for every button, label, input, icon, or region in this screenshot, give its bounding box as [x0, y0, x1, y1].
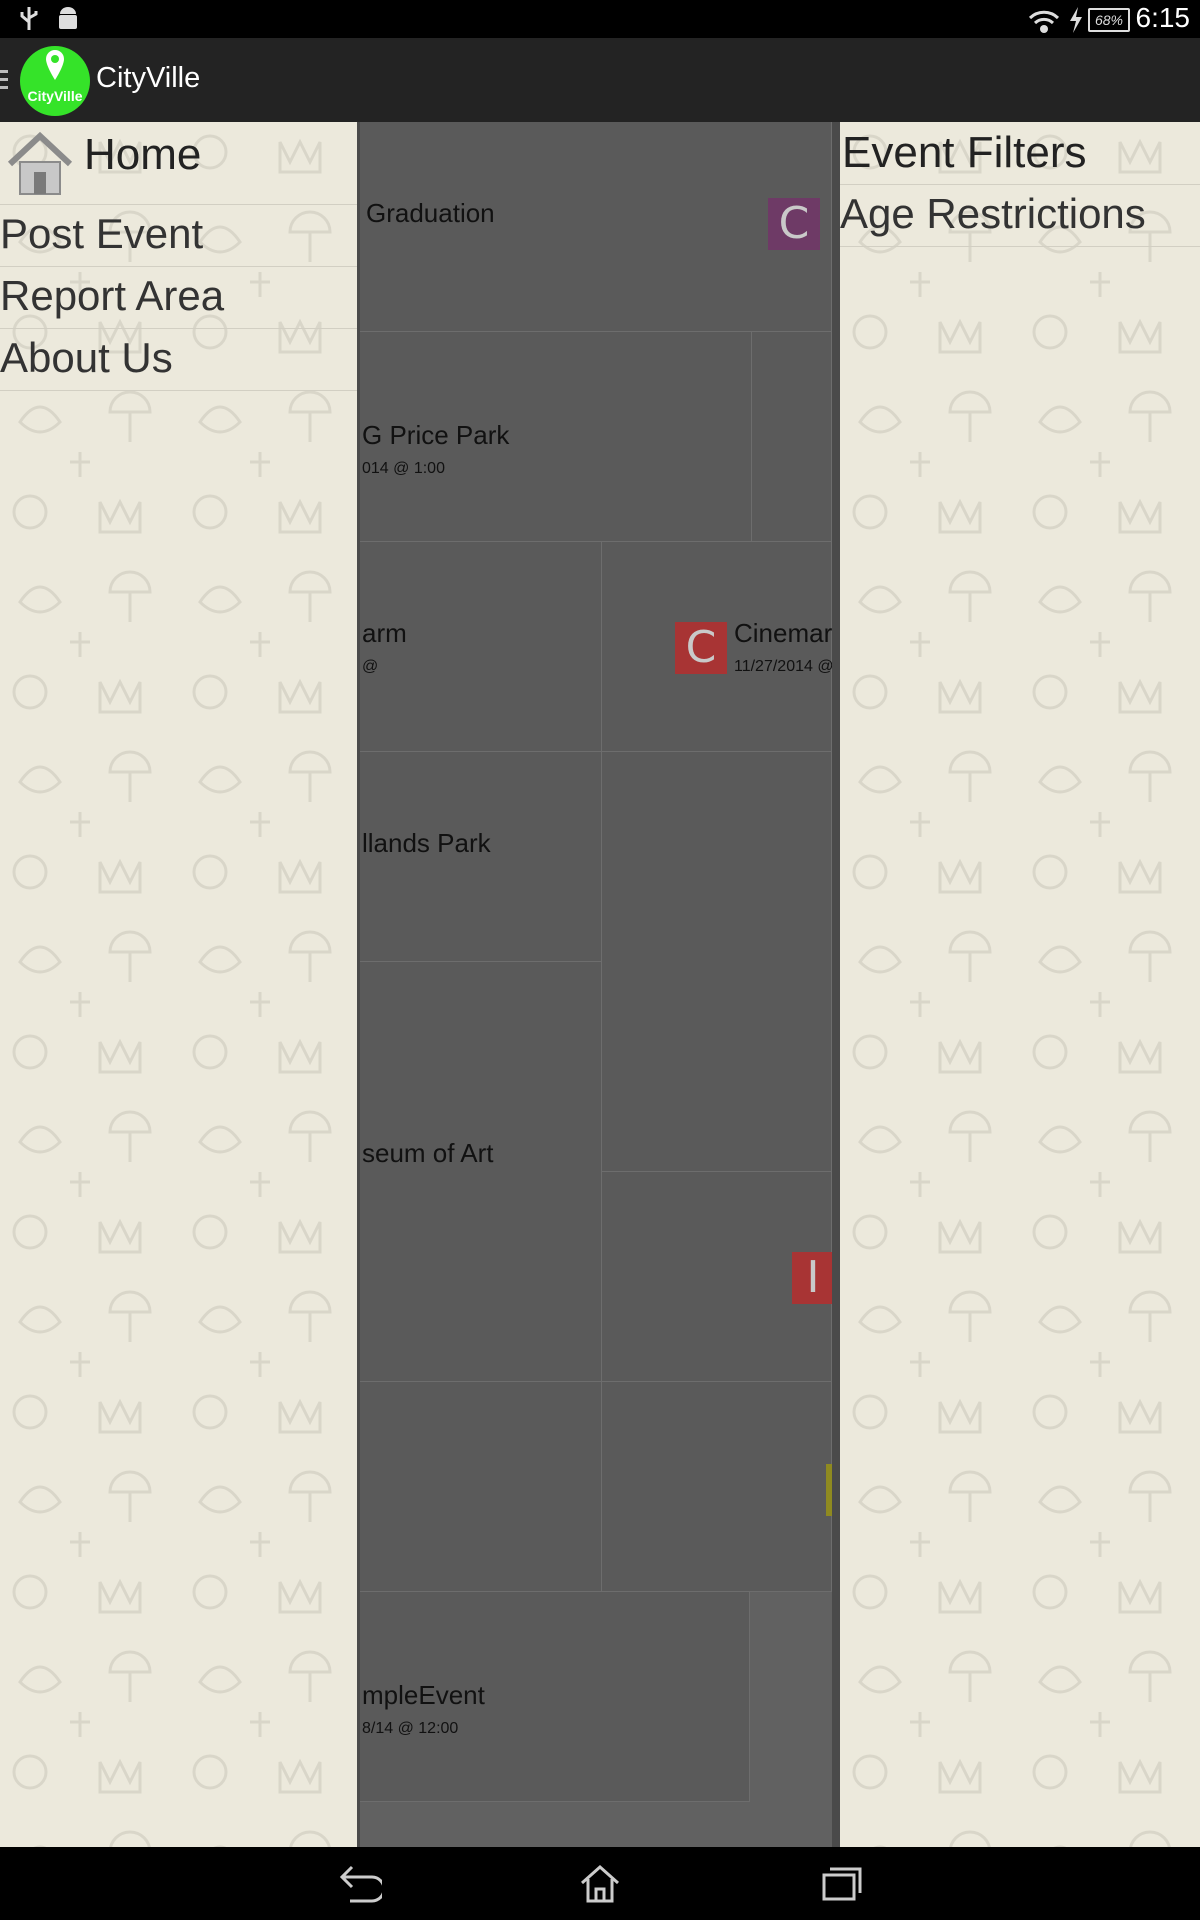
event-tile[interactable]: llands Park [360, 752, 602, 962]
drawer-home-label: Home [84, 130, 202, 179]
event-title: seum of Art [362, 1138, 494, 1168]
android-icon [59, 7, 77, 29]
event-date: @ [362, 658, 379, 675]
logo-text: CityVille [27, 88, 83, 104]
back-icon[interactable] [334, 1861, 382, 1905]
clock: 6:15 [1135, 2, 1191, 33]
system-nav-bar [0, 1847, 1200, 1920]
event-date: 014 @ 1:00 [362, 460, 445, 477]
recents-icon[interactable] [818, 1861, 866, 1905]
map-pin-icon [46, 50, 64, 80]
category-icon: C [768, 198, 820, 250]
event-tile[interactable]: seum of Art [360, 962, 602, 1382]
event-tile[interactable]: Graduation [360, 122, 832, 332]
charging-icon [1070, 7, 1082, 33]
home-nav-icon[interactable] [576, 1861, 624, 1905]
category-icon: C [675, 622, 727, 674]
event-date: 8/14 @ 12:00 [362, 1720, 459, 1737]
drawer-item-about-us[interactable]: About Us [0, 328, 357, 391]
event-tile[interactable]: mpleEvent 8/14 @ 12:00 [360, 1592, 750, 1802]
filter-label: Age Restrictions [840, 190, 1146, 237]
battery-level: 68% [1094, 12, 1124, 28]
event-title: Cinemark [734, 618, 846, 648]
home-icon [7, 131, 73, 195]
event-filters-label: Event Filters [842, 128, 1087, 177]
usb-icon [20, 7, 38, 30]
doodle-pattern [840, 122, 1200, 1847]
app-logo[interactable]: CityVille [20, 46, 90, 116]
drawer-home[interactable]: Home [0, 122, 357, 205]
filter-drawer: Event Filters Age Restrictions [832, 122, 1200, 1847]
wifi-icon [1028, 10, 1060, 33]
drawer-item-label: Report Area [0, 272, 225, 319]
drawer-item-post-event[interactable]: Post Event [0, 204, 357, 267]
status-bar: 68% 6:15 [0, 0, 1200, 38]
filter-age-restrictions[interactable]: Age Restrictions [840, 184, 1200, 247]
event-tile[interactable]: G Price Park 014 @ 1:00 [360, 332, 752, 542]
event-tile[interactable]: arm @ [360, 542, 602, 752]
event-title: Graduation [366, 198, 495, 228]
event-filters-header: Event Filters [840, 122, 1200, 185]
event-title: G Price Park [362, 420, 510, 450]
event-title: mpleEvent [362, 1680, 485, 1710]
action-bar: CityVille CityVille [0, 38, 1200, 122]
menu-icon[interactable] [0, 68, 10, 92]
drawer-item-report-area[interactable]: Report Area [0, 266, 357, 329]
drawer-item-label: Post Event [0, 210, 204, 257]
event-tile[interactable] [360, 1382, 602, 1592]
battery-icon: 68% [1088, 8, 1130, 32]
event-title: arm [362, 618, 407, 648]
app-title: CityVille [96, 62, 201, 94]
event-tile[interactable] [602, 1382, 832, 1592]
navigation-drawer: Home Post Event Report Area About Us [0, 122, 360, 1847]
event-title: llands Park [362, 828, 491, 858]
event-tile[interactable] [602, 752, 832, 1172]
event-date: 11/27/2014 @ [734, 658, 834, 675]
event-tile[interactable] [752, 332, 832, 542]
drawer-item-label: About Us [0, 334, 173, 381]
category-icon: I [792, 1252, 834, 1304]
